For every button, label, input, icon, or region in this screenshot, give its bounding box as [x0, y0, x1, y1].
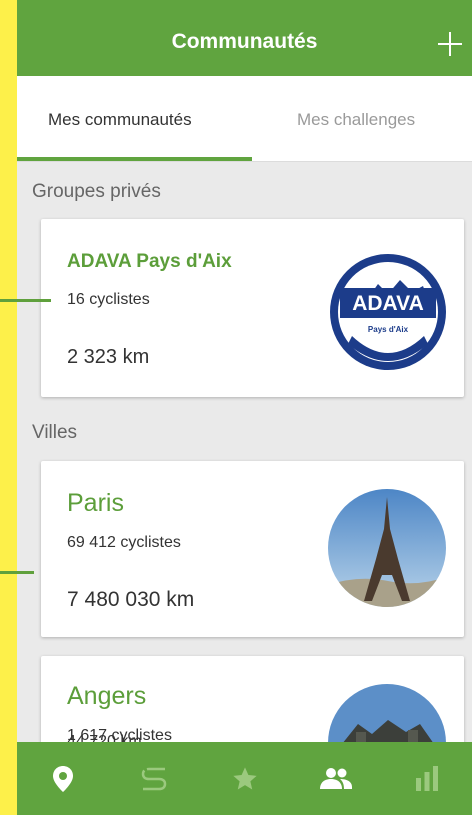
star-icon	[232, 766, 257, 789]
cyclist-count: 69 412 cyclistes	[67, 534, 181, 551]
annotation-line	[0, 571, 34, 574]
route-icon	[141, 767, 166, 790]
section-private-groups: Groupes privés	[32, 181, 161, 202]
city-name: Paris	[67, 489, 124, 517]
logo-subtitle: Pays d'Aix	[368, 325, 409, 334]
community-card-paris[interactable]: Paris 69 412 cyclistes 7 480 030 km	[41, 461, 464, 637]
nav-communities[interactable]	[290, 742, 381, 815]
community-card-adava[interactable]: ADAVA Pays d'Aix 16 cyclistes 2 323 km A…	[41, 219, 464, 397]
annotation-line	[0, 299, 51, 302]
total-distance: 7 480 030 km	[67, 588, 195, 611]
plus-icon[interactable]	[438, 32, 462, 56]
map-pin-icon	[52, 765, 73, 792]
app-screen: Communautés Mes communautés Mes challeng…	[17, 0, 472, 815]
city-name: Angers	[67, 682, 147, 710]
logo-title: ADAVA	[352, 292, 424, 315]
tab-bar: Mes communautés Mes challenges	[17, 76, 472, 162]
city-photo-paris	[328, 489, 446, 607]
page-title: Communautés	[171, 30, 318, 53]
tab-my-challenges[interactable]: Mes challenges	[297, 110, 415, 130]
bottom-nav	[17, 742, 472, 815]
section-cities: Villes	[32, 422, 78, 443]
active-tab-indicator	[17, 157, 252, 161]
app-header: Communautés	[17, 0, 472, 76]
tab-my-communities[interactable]: Mes communautés	[48, 110, 192, 130]
adava-logo: ADAVA Pays d'Aix	[328, 252, 448, 372]
stats-icon	[415, 765, 438, 791]
cyclist-count: 16 cyclistes	[67, 291, 150, 308]
community-name: ADAVA Pays d'Aix	[67, 251, 232, 272]
group-icon	[319, 767, 352, 789]
nav-favorites[interactable]	[199, 742, 290, 815]
nav-routes[interactable]	[108, 742, 199, 815]
nav-stats[interactable]	[381, 742, 472, 815]
nav-map[interactable]	[17, 742, 108, 815]
total-distance: 2 323 km	[67, 346, 150, 368]
